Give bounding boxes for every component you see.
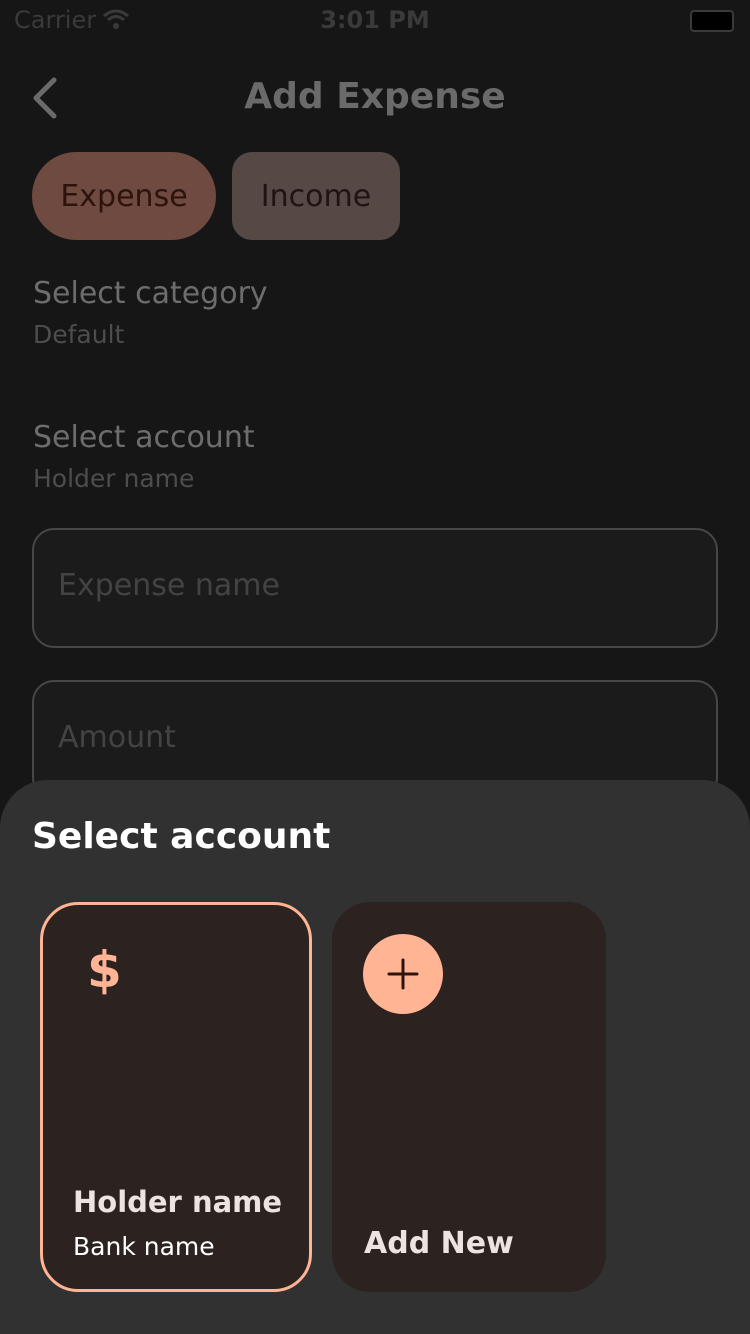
- status-time: 3:01 PM: [320, 6, 430, 34]
- select-account-button[interactable]: Select account: [33, 420, 255, 455]
- expense-name-field[interactable]: Expense name: [32, 528, 718, 648]
- expense-toggle-button[interactable]: Expense: [32, 152, 216, 240]
- account-bank-name: Bank name: [73, 1232, 215, 1261]
- plus-icon: [363, 934, 443, 1014]
- account-card[interactable]: $ Holder name Bank name: [40, 902, 312, 1292]
- battery-icon: [690, 10, 734, 32]
- amount-placeholder: Amount: [58, 720, 176, 755]
- add-new-account-card[interactable]: Add New: [332, 902, 606, 1292]
- sheet-title: Select account: [32, 816, 331, 857]
- select-account-sheet: Select account $ Holder name Bank name A…: [0, 780, 750, 1334]
- page-title: Add Expense: [244, 76, 506, 117]
- status-bar: Carrier 3:01 PM: [0, 0, 750, 40]
- selected-category-value: Default: [33, 320, 125, 349]
- selected-account-value: Holder name: [33, 464, 195, 493]
- expense-name-placeholder: Expense name: [58, 568, 280, 603]
- account-holder-name: Holder name: [73, 1185, 283, 1219]
- dollar-icon: $: [87, 941, 122, 999]
- add-new-label: Add New: [364, 1226, 514, 1261]
- select-category-button[interactable]: Select category: [33, 276, 268, 311]
- income-toggle-button[interactable]: Income: [232, 152, 400, 240]
